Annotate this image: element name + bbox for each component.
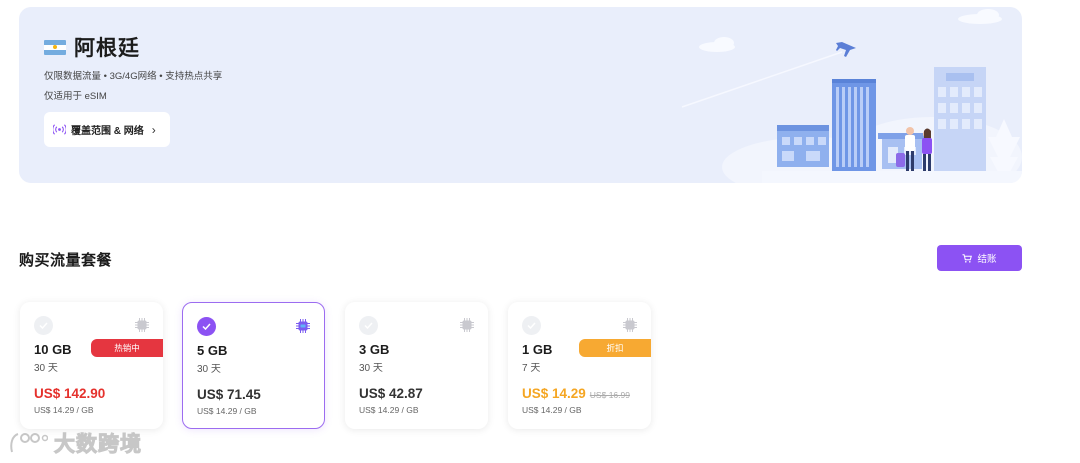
- coverage-network-button[interactable]: 覆盖范围 & 网络 ›: [44, 112, 170, 147]
- cart-icon: [962, 253, 973, 263]
- plan-price-row: US$ 142.90: [34, 386, 105, 401]
- plan-price: US$ 14.29: [522, 386, 586, 401]
- coverage-label: 覆盖范围 & 网络: [71, 126, 144, 137]
- plan-unit-price: US$ 14.29 / GB: [34, 405, 94, 415]
- unselected-check-icon: [359, 316, 378, 335]
- argentina-flag-icon: [44, 39, 66, 55]
- plan-duration: 7 天: [522, 363, 541, 374]
- plan-price-row: US$ 14.29 US$ 16.99: [522, 386, 630, 401]
- section-title: 购买流量套餐: [19, 252, 113, 269]
- plan-data-size: 3 GB: [359, 342, 390, 357]
- checkout-label: 结账: [977, 254, 997, 265]
- country-name: 阿根廷: [74, 37, 140, 60]
- plan-data-size: 1 GB: [522, 342, 553, 357]
- selected-check-icon: [197, 317, 216, 336]
- esim-chip-icon: [460, 318, 474, 332]
- banner-title-row: 阿根廷: [44, 32, 140, 62]
- chevron-right-icon: ›: [151, 122, 156, 137]
- esim-note: 仅适用于 eSIM: [44, 91, 107, 102]
- plan-features: 仅限数据流量 • 3G/4G网络 • 支持热点共享: [44, 71, 223, 82]
- plan-card-3gb[interactable]: 3 GB 30 天 US$ 42.87 US$ 14.29 / GB: [345, 302, 488, 429]
- watermark-text: 大数跨境: [54, 433, 142, 457]
- plan-data-size: 5 GB: [197, 343, 228, 358]
- plan-card-1gb[interactable]: 1 GB 7 天 折扣 US$ 14.29 US$ 16.99 US$ 14.2…: [508, 302, 651, 429]
- plan-price: US$ 71.45: [197, 387, 261, 402]
- plan-card-5gb[interactable]: 5 GB 30 天 US$ 71.45 US$ 14.29 / GB: [182, 302, 325, 429]
- plan-price: US$ 42.87: [359, 386, 423, 401]
- plan-card-10gb[interactable]: 10 GB 30 天 热销中 US$ 142.90 US$ 14.29 / GB: [20, 302, 163, 429]
- unselected-check-icon: [522, 316, 541, 335]
- plan-unit-price: US$ 14.29 / GB: [522, 405, 582, 415]
- unselected-check-icon: [34, 316, 53, 335]
- signal-icon: [53, 124, 66, 135]
- hot-selling-badge: 热销中: [91, 339, 163, 357]
- esim-chip-icon: [135, 318, 149, 332]
- discount-badge: 折扣: [579, 339, 651, 357]
- plan-data-size: 10 GB: [34, 342, 72, 357]
- country-banner: 阿根廷 仅限数据流量 • 3G/4G网络 • 支持热点共享 仅适用于 eSIM …: [19, 7, 1022, 183]
- checkout-button[interactable]: 结账: [937, 245, 1022, 271]
- plan-duration: 30 天: [359, 363, 383, 374]
- watermark-logo-icon: [10, 433, 48, 453]
- watermark: 大数跨境: [8, 428, 142, 458]
- plan-price-row: US$ 42.87: [359, 386, 423, 401]
- plan-original-price: US$ 16.99: [589, 390, 630, 400]
- plan-price-row: US$ 71.45: [197, 387, 261, 402]
- plan-duration: 30 天: [34, 363, 58, 374]
- plan-duration: 30 天: [197, 364, 221, 375]
- esim-chip-icon: [296, 319, 310, 333]
- city-travel-illustration: [681, 9, 1022, 183]
- esim-chip-icon: [623, 318, 637, 332]
- plan-price: US$ 142.90: [34, 386, 106, 401]
- plan-unit-price: US$ 14.29 / GB: [359, 405, 419, 415]
- plan-unit-price: US$ 14.29 / GB: [197, 406, 257, 416]
